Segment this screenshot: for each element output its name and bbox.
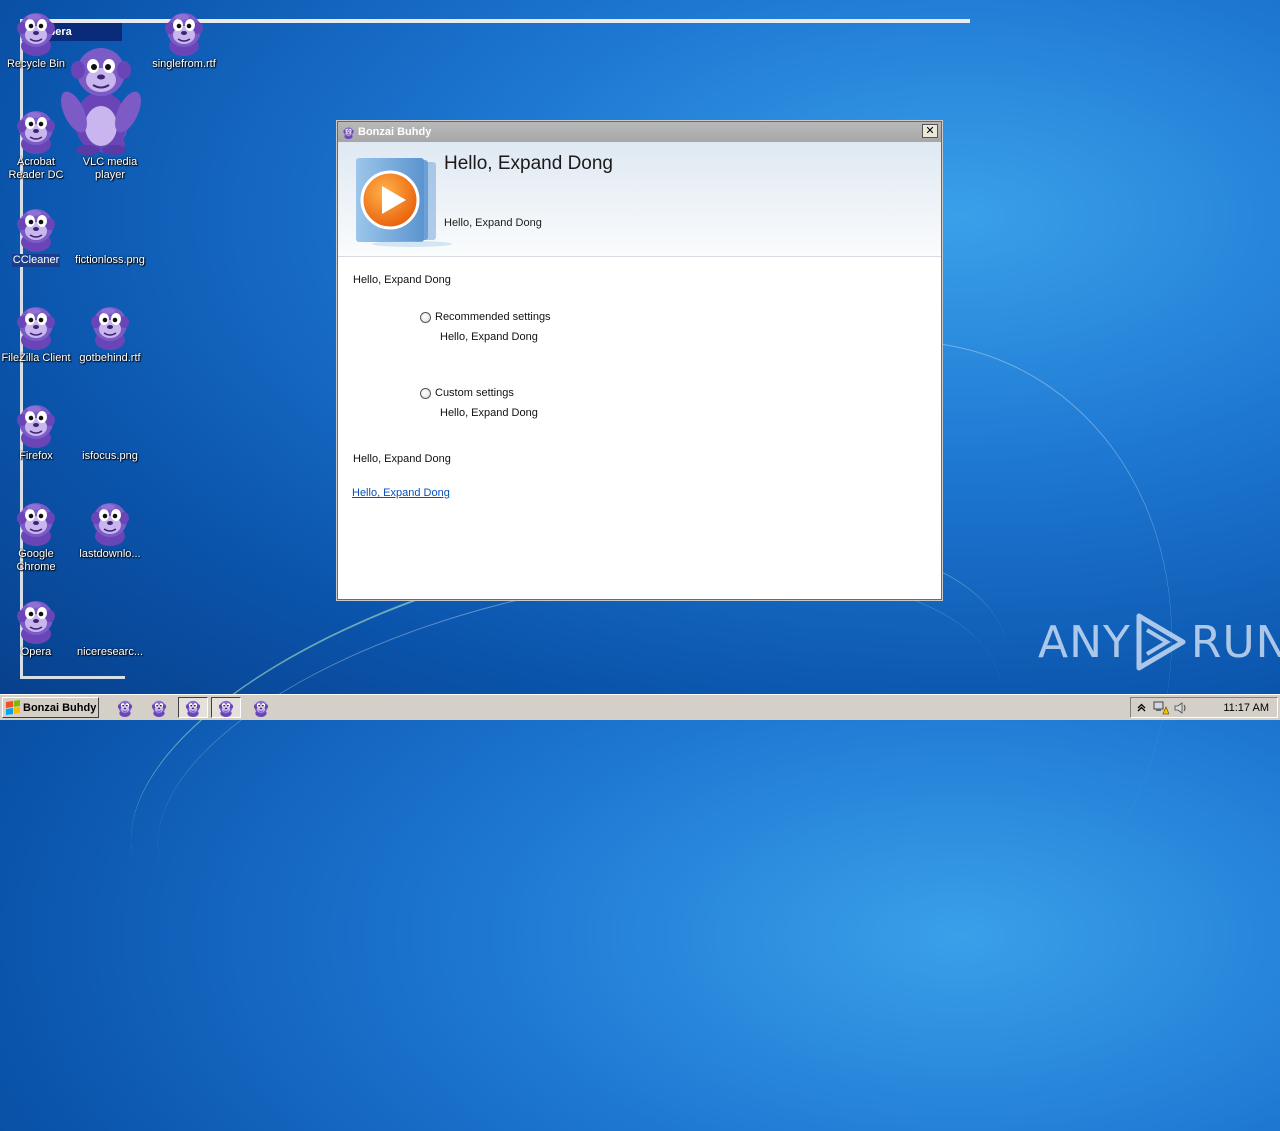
anyrun-watermark: ANY RUN [1038,612,1280,672]
desktop-icon-label: gotbehind.rtf [79,352,141,364]
radio-custom-settings[interactable]: Custom settings [420,387,514,399]
bonzi-icon [342,126,355,139]
dialog-titlebar[interactable]: Bonzai Buhdy ✕ [338,122,941,142]
radio-button-icon[interactable] [420,387,431,399]
custom-description: Hello, Expand Dong [440,407,538,419]
bonzi-icon [184,699,202,717]
network-warning-icon[interactable] [1151,700,1171,716]
desktop-icon-firefox[interactable]: Firefox [0,400,74,463]
bonzi-mascot-character[interactable] [58,40,144,156]
bonzi-icon [160,8,208,56]
bonzi-icon [12,302,60,350]
radio-recommended-settings[interactable]: Recommended settings [420,311,551,323]
watermark-left-text: ANY [1038,616,1131,668]
bonzi-icon [252,699,270,717]
bonzi-icon [12,8,60,56]
chevron-up-icon[interactable] [1131,700,1151,716]
desktop-icon-chrome[interactable]: Google Chrome [0,498,74,574]
desktop-icon-lastdownload[interactable]: lastdownlo... [72,498,148,561]
desktop-icon-singlefrom[interactable]: singlefrom.rtf [146,8,222,71]
close-button[interactable]: ✕ [922,124,938,138]
desktop-icon-label: Firefox [19,450,53,462]
taskbar-bonzi-button[interactable] [246,697,276,718]
recommended-description: Hello, Expand Dong [440,331,538,343]
bonzi-icon [86,498,134,546]
desktop-icon-label: FileZilla Client [1,352,71,364]
bonzi-icon [86,302,134,350]
desktop-icon-label: niceresearc... [76,646,144,658]
system-tray: 11:17 AM [1130,697,1278,718]
bonzai-buhdy-dialog: Bonzai Buhdy ✕ Hello, Expand Dong Hello,… [337,121,942,600]
radio-button-icon[interactable] [420,311,431,323]
taskbar-bonzi-button[interactable] [178,697,208,718]
desktop-icon-label: Acrobat Reader DC [8,156,64,181]
desktop-icon-gotbehind[interactable]: gotbehind.rtf [72,302,148,365]
desktop-icon-isfocus[interactable]: isfocus.png [72,400,148,463]
desktop-icon-opera[interactable]: Opera [0,596,74,659]
start-button[interactable]: Bonzai Buhdy [2,697,99,718]
taskbar-bonzi-button[interactable] [211,697,241,718]
windows-logo-icon [6,700,20,715]
desktop-icon-label: lastdownlo... [79,548,141,560]
banner-title: Hello, Expand Dong [444,153,613,174]
desktop-icon-label: Opera [20,646,52,658]
bonzi-icon [116,699,134,717]
intro-text: Hello, Expand Dong [353,274,451,286]
bonzi-icon [217,699,235,717]
start-button-label: Bonzai Buhdy [23,701,97,714]
desktop-icon-label: VLC media player [82,156,138,181]
desktop-icon-label: fictionloss.png [75,254,145,266]
play-logo-icon [1136,613,1186,671]
banner-subtitle: Hello, Expand Dong [444,217,542,229]
speaker-icon[interactable] [1171,700,1191,716]
bonzi-icon [12,106,60,154]
desktop-icon-niceresearch[interactable]: niceresearc... [72,596,148,659]
desktop-icon-label: CCleaner [11,254,61,267]
radio-recommended-label[interactable]: Recommended settings [435,311,551,323]
watermark-right-text: RUN [1190,616,1280,668]
dialog-title: Bonzai Buhdy [358,126,432,138]
bonzi-icon [12,596,60,644]
bonzi-icon [150,699,168,717]
bonzi-icon [12,204,60,252]
clock[interactable]: 11:17 AM [1223,702,1277,714]
bonzi-icon [12,400,60,448]
taskbar: Bonzai Buhdy 11:17 AM [0,694,1280,720]
desktop-icon-label: isfocus.png [82,450,138,462]
bonzi-icon [12,498,60,546]
help-link[interactable]: Hello, Expand Dong [352,487,450,499]
taskbar-bonzi-button[interactable] [144,697,174,718]
taskbar-bonzi-button[interactable] [110,697,140,718]
desktop-icon-fictionloss[interactable]: fictionloss.png [72,204,148,267]
footer-text: Hello, Expand Dong [353,453,451,465]
radio-custom-label[interactable]: Custom settings [435,387,514,399]
desktop-icon-filezilla[interactable]: FileZilla Client [0,302,74,365]
desktop-icon-ccleaner[interactable]: CCleaner [0,204,74,267]
desktop-icon-label: singlefrom.rtf [152,58,216,70]
dialog-banner: Hello, Expand Dong Hello, Expand Dong [338,142,941,257]
desktop-icon-label: Google Chrome [16,548,56,573]
